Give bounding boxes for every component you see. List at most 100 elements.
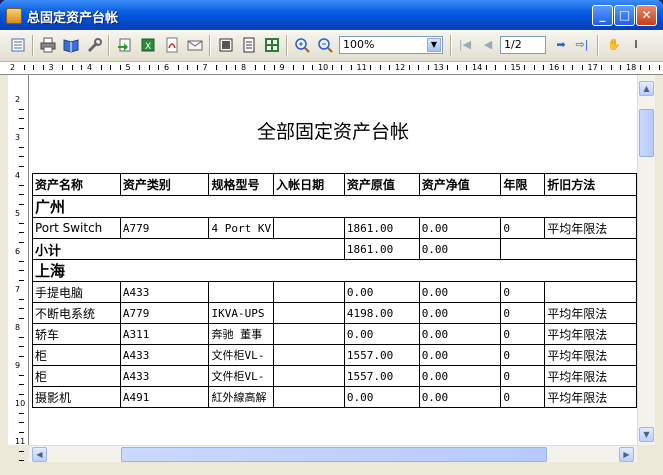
ruler-number: 18 — [626, 63, 637, 72]
print-icon[interactable] — [39, 36, 57, 54]
ruler-number: 5 — [125, 63, 131, 72]
table-cell — [273, 344, 345, 366]
pdf-export-icon[interactable] — [163, 36, 181, 54]
table-cell — [273, 302, 345, 324]
table-cell: A779 — [119, 217, 210, 239]
continuous-page-icon[interactable] — [240, 36, 258, 54]
first-page-icon[interactable]: |◀ — [456, 36, 474, 54]
ruler-number: 16 — [549, 63, 560, 72]
scroll-down-icon[interactable]: ▼ — [639, 427, 654, 442]
ruler-number: 15 — [510, 63, 521, 72]
ruler-number: 7 — [15, 285, 21, 294]
excel-export-icon[interactable]: X — [139, 36, 157, 54]
ruler-number: 11 — [15, 437, 26, 446]
multi-page-icon[interactable] — [263, 36, 281, 54]
svg-text:X: X — [145, 42, 151, 52]
zoom-out-icon[interactable] — [316, 36, 334, 54]
chevron-down-icon[interactable]: ▼ — [427, 38, 441, 52]
vertical-scroll-thumb[interactable] — [639, 109, 654, 157]
close-button[interactable]: ✕ — [636, 5, 657, 26]
zoom-select[interactable]: 100% ▼ — [339, 36, 443, 54]
table-cell: 不断电系统 — [32, 302, 121, 324]
table-cell: 轿车 — [32, 323, 121, 345]
book-icon[interactable] — [62, 36, 80, 54]
table-cell: 0.00 — [343, 323, 420, 345]
ruler-number: 8 — [241, 63, 247, 72]
table-cell: 0.00 — [418, 386, 502, 408]
previous-page-icon[interactable]: ◀ — [479, 36, 497, 54]
export-icon[interactable] — [116, 36, 134, 54]
table-cell — [208, 281, 275, 303]
maximize-button[interactable]: □ — [614, 5, 635, 26]
table-row: 不断电系统 A779 IKVA-UPS 4198.00 0.00 0 平均年限法 — [32, 302, 637, 324]
subtotal-label: 小计 — [32, 238, 345, 260]
table-cell — [273, 323, 345, 345]
table-row: 柜 A433 文件柜VL- 1557.00 0.00 0 平均年限法 — [32, 365, 637, 387]
vertical-scrollbar[interactable]: ▲ ▼ — [637, 75, 655, 445]
table-cell: 手提电脑 — [32, 281, 121, 303]
ruler-number: 10 — [318, 63, 329, 72]
app-window: 总固定资产台帐 _ □ ✕ X 100% ▼ |◀ ◀ 1/2 ➡ ⇨| ✋ I … — [0, 0, 663, 475]
table-cell: 0 — [500, 217, 546, 239]
minimize-button[interactable]: _ — [592, 5, 613, 26]
region-row: 广州 — [32, 195, 637, 218]
next-page-icon[interactable]: ➡ — [552, 36, 570, 54]
table-cell — [273, 217, 345, 239]
column-header: 资产原值 — [343, 173, 420, 196]
zoom-in-icon[interactable] — [293, 36, 311, 54]
subtotal-net: 0.00 — [418, 238, 502, 260]
ruler-number: 14 — [472, 63, 483, 72]
ruler-number: 7 — [202, 63, 208, 72]
table-of-contents-icon[interactable] — [9, 36, 27, 54]
table-cell: 平均年限法 — [544, 323, 637, 345]
tools-icon[interactable] — [86, 36, 104, 54]
region-name: 广州 — [32, 195, 637, 218]
ruler-number: 13 — [433, 63, 444, 72]
table-cell — [544, 281, 637, 303]
table-cell: 0 — [500, 344, 546, 366]
scroll-left-icon[interactable]: ◀ — [32, 447, 47, 462]
text-select-icon[interactable]: I — [627, 36, 645, 54]
column-header: 资产净值 — [418, 173, 502, 196]
column-header: 入帐日期 — [273, 173, 345, 196]
page-number-input[interactable]: 1/2 — [500, 36, 546, 54]
ruler-number: 8 — [15, 323, 21, 332]
table-cell: 0.00 — [418, 365, 502, 387]
horizontal-scroll-thumb[interactable] — [121, 447, 547, 462]
table-cell: 0 — [500, 386, 546, 408]
hand-tool-icon[interactable]: ✋ — [605, 36, 623, 54]
table-cell — [273, 386, 345, 408]
table-cell: 平均年限法 — [544, 344, 637, 366]
ruler-number: 12 — [395, 63, 406, 72]
asset-ledger-table: 资产名称 资产类别 规格型号 入帐日期 资产原值 资产净值 年限 折旧方法 广州 Port Swi… — [32, 173, 637, 408]
ruler-number: 4 — [15, 171, 21, 180]
table-cell: A311 — [119, 323, 210, 345]
column-header: 折旧方法 — [544, 173, 637, 196]
table-cell: 文件柜VL- — [208, 365, 275, 387]
ruler-number: 6 — [15, 247, 21, 256]
zoom-value: 100% — [343, 38, 375, 51]
column-header: 年限 — [500, 173, 546, 196]
table-cell: 平均年限法 — [544, 217, 637, 239]
table-cell: A433 — [119, 365, 210, 387]
table-cell: 0 — [500, 365, 546, 387]
table-cell: 4 Port KV — [208, 217, 275, 239]
table-cell: 摄影机 — [32, 386, 121, 408]
table-cell: 0 — [500, 281, 546, 303]
column-header: 资产类别 — [119, 173, 210, 196]
last-page-icon[interactable]: ⇨| — [573, 36, 591, 54]
scroll-right-icon[interactable]: ▶ — [619, 447, 634, 462]
table-cell: 平均年限法 — [544, 365, 637, 387]
table-row: 手提电脑 A433 0.00 0.00 0 — [32, 281, 637, 303]
table-cell: 0 — [500, 302, 546, 324]
horizontal-scrollbar[interactable]: ◀ ▶ — [29, 445, 637, 463]
table-cell: 平均年限法 — [544, 302, 637, 324]
table-cell — [273, 365, 345, 387]
table-cell: Port Switch — [32, 217, 121, 239]
ruler-number: 6 — [164, 63, 170, 72]
email-icon[interactable] — [186, 36, 204, 54]
scroll-up-icon[interactable]: ▲ — [639, 81, 654, 96]
subtotal-row: 小计 1861.00 0.00 — [32, 238, 637, 260]
table-cell: IKVA-UPS — [208, 302, 275, 324]
single-page-icon[interactable] — [217, 36, 235, 54]
